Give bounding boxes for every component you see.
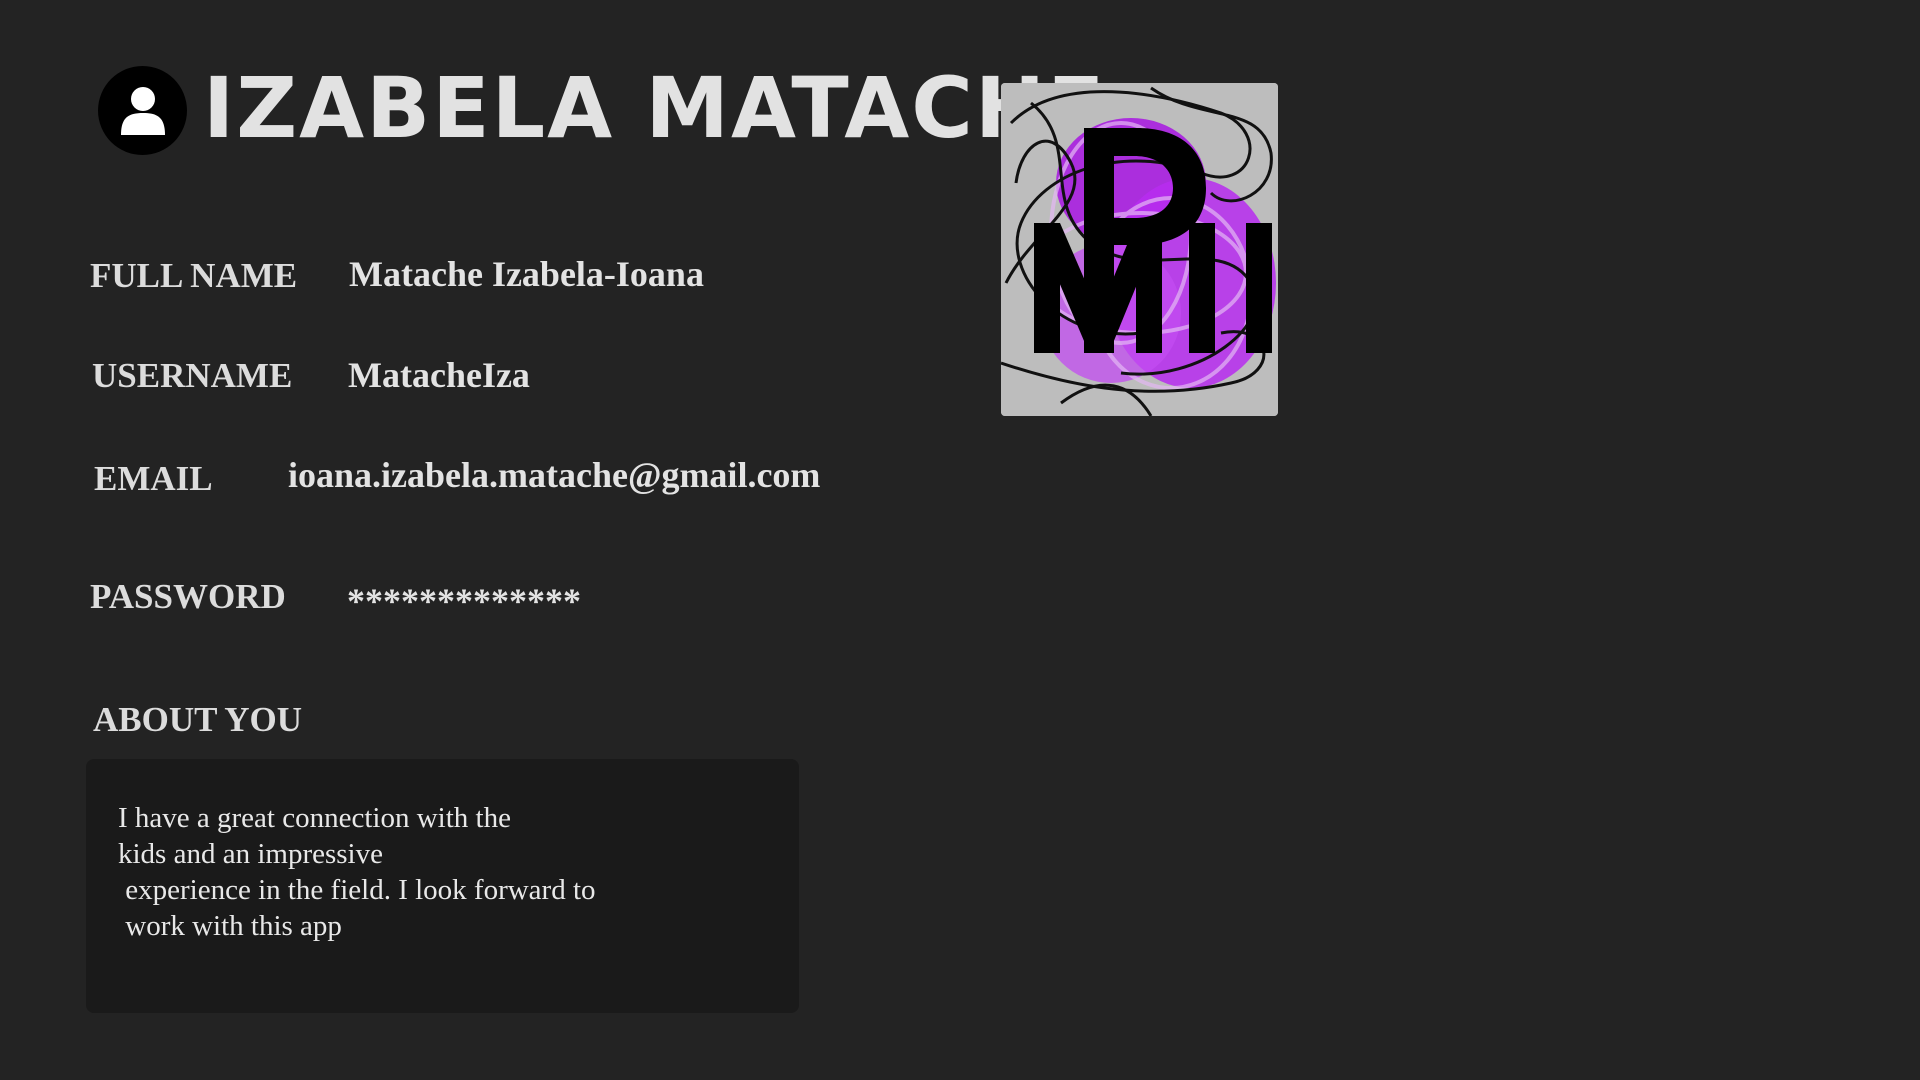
logo-artwork [1001, 83, 1278, 416]
brand-logo [1001, 83, 1278, 416]
email-value: ioana.izabela.matache@gmail.com [288, 455, 821, 495]
about-label: ABOUT YOU [93, 700, 303, 739]
about-text: I have a great connection with the kids … [118, 802, 596, 942]
user-icon [120, 86, 165, 135]
email-label: EMAIL [94, 459, 213, 498]
full-name-label: FULL NAME [90, 256, 298, 295]
password-label: PASSWORD [90, 577, 286, 616]
username-label: USERNAME [92, 356, 293, 395]
full-name-value: Matache Izabela-Ioana [349, 254, 704, 294]
username-value: MatacheIza [348, 355, 530, 395]
avatar[interactable] [98, 66, 187, 155]
page-title: IZABELA MATACHE [203, 59, 1107, 157]
password-value: ************* [347, 581, 581, 621]
